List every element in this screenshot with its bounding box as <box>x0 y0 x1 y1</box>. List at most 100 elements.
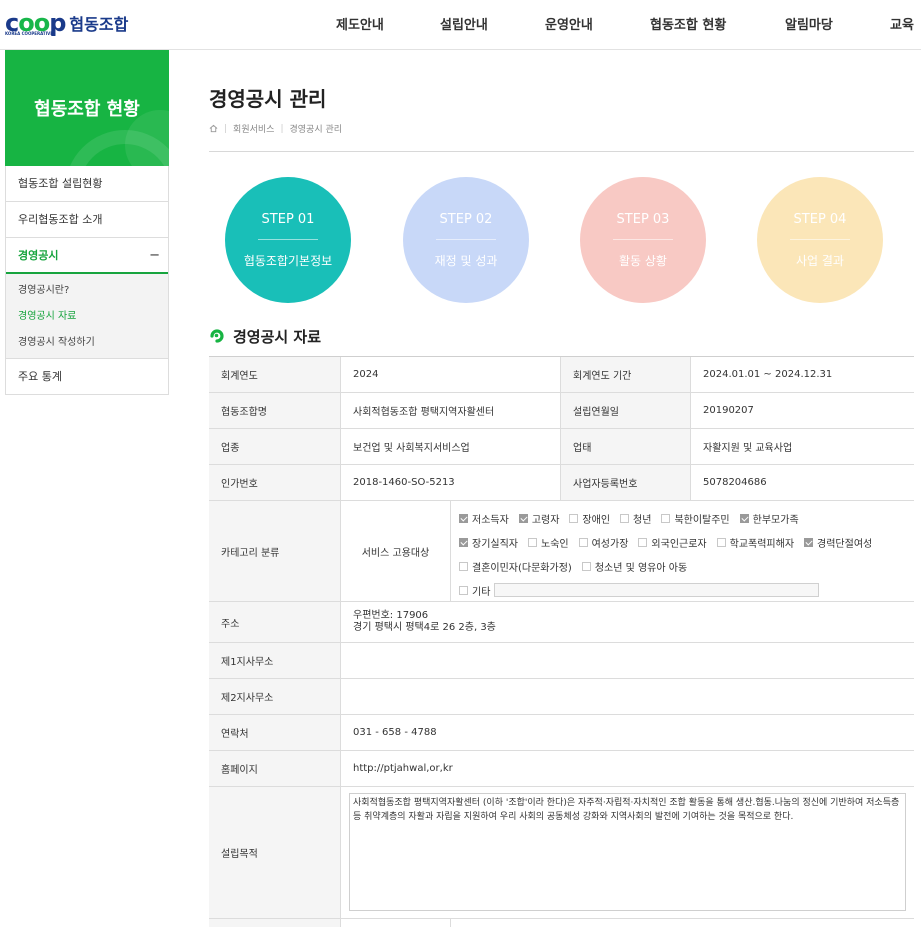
checkbox-career-break[interactable]: 경력단절여성 <box>804 535 872 550</box>
checkbox-defector[interactable]: 북한이탈주민 <box>661 511 730 526</box>
breadcrumb-separator: | <box>224 123 228 134</box>
sidebar-item-establishment-status[interactable]: 협동조합 설립현황 <box>6 166 168 202</box>
industry-value: 보건업 및 사회복지서비스업 <box>341 429 561 464</box>
row-header: 설립연월일 <box>561 393 691 428</box>
checkbox-school-violence[interactable]: 학교폭력피해자 <box>716 535 794 550</box>
breadcrumb-item[interactable]: 회원서비스 <box>233 122 274 135</box>
nav-item-operation[interactable]: 운영안내 <box>545 14 593 33</box>
home-icon[interactable] <box>209 124 218 133</box>
founded-date-value: 20190207 <box>703 405 754 416</box>
checkbox-row: 저소득자 고령자 장애인 청년 북한이탈주민 한부모가족 <box>459 506 914 530</box>
checkbox-icon <box>459 585 468 595</box>
sidebar-item-our-coop[interactable]: 우리협동조합 소개 <box>6 202 168 238</box>
table-cell <box>451 919 914 927</box>
step-number: STEP 03 <box>616 212 670 227</box>
site-header: coop KOREA COOPERATIVES 협동조합 제도안내 설립안내 운영… <box>0 0 921 50</box>
category-checkbox-group: 저소득자 고령자 장애인 청년 북한이탈주민 한부모가족 장기실직자 노숙인 여… <box>451 501 914 601</box>
checkbox-label: 경력단절여성 <box>817 538 873 550</box>
row-header: 회계연도 기간 <box>561 357 691 392</box>
checkbox-marriage-immigrant[interactable]: 결혼이민자(다문화가정) <box>459 559 572 574</box>
nav-item-status[interactable]: 협동조합 현황 <box>650 14 726 33</box>
nav-item-education[interactable]: 교육 <box>890 14 914 33</box>
checkbox-icon <box>528 537 537 547</box>
step-2[interactable]: STEP 02 재정 및 성과 <box>403 177 529 303</box>
step-number: STEP 02 <box>439 212 493 227</box>
checkbox-homeless[interactable]: 노숙인 <box>528 535 569 550</box>
breadcrumb-item[interactable]: 경영공시 관리 <box>290 122 343 135</box>
nav-item-system[interactable]: 제도안내 <box>336 14 384 33</box>
breadcrumb-separator: | <box>280 123 284 134</box>
checkbox-single-parent[interactable]: 한부모가족 <box>739 511 799 526</box>
sidebar: 협동조합 현황 협동조합 설립현황 우리협동조합 소개 경영공시 − 경영공시란… <box>5 50 169 395</box>
checkbox-elderly[interactable]: 고령자 <box>518 511 559 526</box>
checkbox-low-income[interactable]: 저소득자 <box>459 511 509 526</box>
submenu-item-data[interactable]: 경영공시 자료 <box>6 304 168 330</box>
collapse-icon[interactable]: − <box>149 238 160 274</box>
checkbox-female-head[interactable]: 여성가장 <box>578 535 628 550</box>
row-header: 회계연도 <box>209 357 341 392</box>
submenu-item-write[interactable]: 경영공시 작성하기 <box>6 330 168 356</box>
sidebar-item-statistics[interactable]: 주요 통계 <box>6 359 168 395</box>
row-header: 설립목적 <box>209 787 341 918</box>
purpose-textarea[interactable]: 사회적협동조합 평택지역자활센터 (이하 '조합'이라 한다)은 자주적·자립적… <box>349 793 906 911</box>
section-header: 경영공시 자료 <box>209 326 321 346</box>
checkbox-icon <box>569 513 579 523</box>
step-4[interactable]: STEP 04 사업 결과 <box>757 177 883 303</box>
table-row: 설립목적 사회적협동조합 평택지역자활센터 (이하 '조합'이라 한다)은 자주… <box>209 787 914 919</box>
checkbox-icon <box>638 537 648 547</box>
fiscal-period-value: 2024.01.01 ~ 2024.12.31 <box>703 369 833 380</box>
homepage-link[interactable]: http://ptjahwal,or,kr <box>341 751 914 786</box>
row-header: 인가번호 <box>209 465 341 500</box>
step-divider <box>258 239 318 240</box>
nav-item-notice[interactable]: 알림마당 <box>785 14 833 33</box>
checkbox-row: 결혼이민자(다문화가정) 청소년 및 영유아 아동 <box>459 554 914 578</box>
address-line: 경기 평택시 평택4로 26 2층, 3층 <box>353 622 496 633</box>
row-header: 홈페이지 <box>209 751 341 786</box>
checkbox-icon <box>581 561 591 571</box>
step-label: 사업 결과 <box>796 254 844 268</box>
row-header: 연락처 <box>209 715 341 750</box>
branch1-value <box>341 643 914 678</box>
checkbox-long-term-unemployed[interactable]: 장기실직자 <box>459 535 518 550</box>
table-row: 제1지사무소 <box>209 643 914 679</box>
row-header: 협동조합명 <box>209 393 341 428</box>
step-label: 재정 및 성과 <box>434 254 498 268</box>
sidebar-menu: 협동조합 설립현황 우리협동조합 소개 경영공시 − 경영공시란? 경영공시 자… <box>5 166 169 395</box>
contact-value: 031 - 658 - 4788 <box>353 727 437 738</box>
submenu-item-what[interactable]: 경영공시란? <box>6 278 168 304</box>
row-header <box>209 919 341 927</box>
checkbox-disabled[interactable]: 장애인 <box>569 511 610 526</box>
sidebar-submenu: 경영공시란? 경영공시 자료 경영공시 작성하기 <box>6 274 168 359</box>
step-3[interactable]: STEP 03 활동 상황 <box>580 177 706 303</box>
sidebar-item-disclosure[interactable]: 경영공시 − <box>6 238 168 274</box>
table-cell <box>341 919 451 927</box>
row-header: 제2지사무소 <box>209 679 341 714</box>
table-row: 제2지사무소 <box>209 679 914 715</box>
checkbox-label: 한부모가족 <box>752 514 799 526</box>
checkbox-youth[interactable]: 청년 <box>620 511 651 526</box>
checkbox-label: 저소득자 <box>472 514 509 526</box>
checkbox-icon <box>620 513 630 523</box>
table-row <box>209 919 914 927</box>
table-row: 홈페이지 http://ptjahwal,or,kr <box>209 751 914 787</box>
step-indicator: STEP 01 협동조합기본정보 STEP 02 재정 및 성과 STEP 03… <box>209 177 914 305</box>
checkbox-label: 청소년 및 영유아 아동 <box>594 562 688 574</box>
table-row: 협동조합명 사회적협동조합 평택지역자활센터 설립연월일 20190207 <box>209 393 914 429</box>
nav-item-establish[interactable]: 설립안내 <box>440 14 488 33</box>
step-divider <box>790 239 850 240</box>
main-nav: 제도안내 설립안내 운영안내 협동조합 현황 알림마당 교육 <box>0 14 921 34</box>
step-1[interactable]: STEP 01 협동조합기본정보 <box>225 177 351 303</box>
purpose-cell: 사회적협동조합 평택지역자활센터 (이하 '조합'이라 한다)은 자주적·자립적… <box>341 787 914 918</box>
etc-text-input[interactable] <box>494 583 820 597</box>
breadcrumb: | 회원서비스 | 경영공시 관리 <box>209 122 342 135</box>
step-label: 활동 상황 <box>619 254 667 268</box>
checkbox-label: 외국인근로자 <box>651 538 707 550</box>
checkbox-row: 장기실직자 노숙인 여성가장 외국인근로자 학교폭력피해자 경력단절여성 <box>459 530 914 554</box>
row-header: 사업자등록번호 <box>561 465 691 500</box>
row-header: 주소 <box>209 602 341 642</box>
checkbox-youth-children[interactable]: 청소년 및 영유아 아동 <box>581 559 688 574</box>
checkbox-foreign-worker[interactable]: 외국인근로자 <box>638 535 707 550</box>
checkbox-label: 결혼이민자(다문화가정) <box>472 562 572 574</box>
checkbox-etc[interactable]: 기타 <box>459 583 490 598</box>
checkbox-icon <box>459 561 468 571</box>
